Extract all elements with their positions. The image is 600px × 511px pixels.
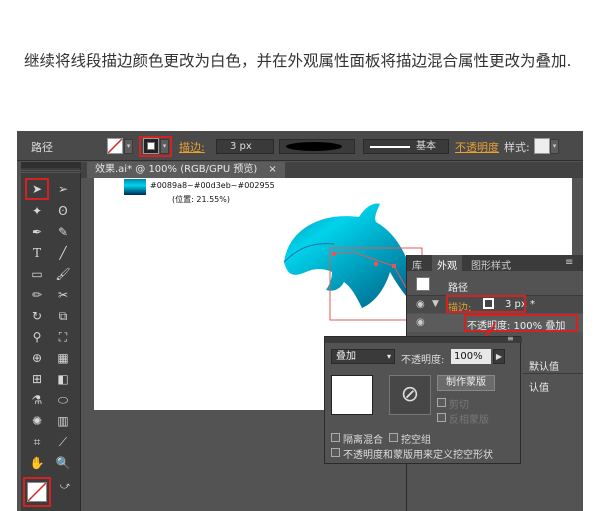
tab-library[interactable]: 库 (412, 257, 422, 272)
no-mask-icon: ⊘ (389, 375, 431, 415)
brush-line-icon (370, 146, 410, 148)
rectangle-tool-icon[interactable]: ▭ (27, 265, 47, 283)
type-tool-icon[interactable]: T (27, 244, 47, 262)
gradient-swatch (124, 179, 146, 195)
invert-mask-label: 反相蒙版 (449, 415, 489, 426)
graphic-style-swatch[interactable] (534, 138, 550, 154)
gradient-tool-icon[interactable]: ◧ (53, 370, 73, 388)
tutorial-caption: 继续将线段描边颜色更改为白色，并在外观属性面板将描边混合属性更改为叠加. (24, 52, 572, 70)
opacity-input[interactable]: 100% (451, 349, 491, 364)
opacity-mask-knockout-checkbox[interactable] (331, 448, 340, 457)
path-thumbnail (416, 277, 430, 291)
magic-wand-icon[interactable]: ✦ (27, 202, 47, 220)
rotate-tool-icon[interactable]: ↻ (27, 307, 47, 325)
chevron-down-icon: ▾ (386, 352, 391, 361)
library-tabs: 库 外观 图形样式 ≡ (407, 255, 583, 272)
width-tool-icon[interactable]: ⚲ (27, 328, 47, 346)
panel-grip[interactable]: ≡ (325, 334, 522, 343)
opacity-mask-knockout-label: 不透明度和蒙版用来定义挖空形状 (343, 450, 493, 461)
paintbrush-icon[interactable]: 🖌 (53, 265, 73, 283)
line-tool-icon[interactable]: ╱ (53, 244, 73, 262)
default-value-label: 认值 (529, 383, 549, 394)
symbol-sprayer-icon[interactable]: ✺ (27, 412, 47, 430)
object-type-label: 路径 (31, 141, 53, 154)
lasso-icon[interactable]: ʘ (53, 202, 73, 220)
mesh-tool-icon[interactable]: ⊞ (27, 370, 47, 388)
chevron-down-icon[interactable]: ▾ (160, 139, 169, 154)
path-label: 路径 (448, 283, 468, 294)
zoom-tool-icon[interactable]: 🔍 (53, 454, 73, 472)
invert-mask-checkbox[interactable] (437, 413, 446, 422)
knockout-group-label: 挖空组 (401, 435, 431, 446)
perspective-grid-icon[interactable]: ▦ (53, 349, 73, 367)
chevron-down-icon[interactable]: ▾ (550, 139, 559, 154)
clip-label: 剪切 (449, 400, 469, 411)
variable-width-profile[interactable] (279, 139, 355, 154)
eye-icon[interactable]: ◉ (416, 317, 425, 328)
close-icon[interactable]: × (268, 164, 276, 175)
free-transform-icon[interactable]: ⛶ (53, 328, 73, 346)
control-bar: 路径 ▾ ▾ 描边: 3 px 基本 不透明度 样式: ▾ (17, 131, 583, 161)
opacity-field-label: 不透明度: (401, 355, 445, 366)
gradient-stops-text: #0089a8~#00d3eb~#002955 (150, 181, 275, 190)
curvature-tool-icon[interactable]: ✎ (53, 223, 73, 241)
column-graph-icon[interactable]: ▥ (53, 412, 73, 430)
selection-tool-icon[interactable]: ➤ (27, 180, 47, 198)
isolate-blending-checkbox[interactable] (331, 433, 340, 442)
none-slash-icon (27, 482, 47, 502)
disclosure-triangle-icon[interactable]: ▼ (432, 299, 439, 309)
gradient-position-text: (位置: 21.55%) (172, 195, 230, 204)
direct-selection-tool-icon[interactable]: ➢ (53, 180, 73, 198)
tab-graphic-styles[interactable]: 图形样式 (471, 257, 511, 272)
panel-menu-icon[interactable]: ≡ (565, 257, 573, 268)
blend-mode-select[interactable]: 叠加 ▾ (331, 349, 395, 364)
style-label: 样式: (504, 141, 530, 154)
document-tab[interactable]: 效果.ai* @ 100% (RGB/GPU 预览) × (87, 162, 285, 178)
fill-stroke-swatch[interactable] (27, 482, 47, 502)
blend-tool-icon[interactable]: ⬭ (53, 391, 73, 409)
arrow-right-icon[interactable]: ▶ (493, 349, 505, 364)
brush-definition[interactable]: 基本 (363, 139, 449, 154)
make-mask-button[interactable]: 制作蒙版 (437, 375, 495, 391)
scissors-icon[interactable]: ✂ (53, 286, 73, 304)
artboard-tool-icon[interactable]: ⌗ (27, 433, 47, 451)
knockout-group-checkbox[interactable] (389, 433, 398, 442)
none-slash-icon (107, 138, 123, 154)
eye-icon[interactable]: ◉ (416, 299, 425, 310)
isolate-blending-label: 隔离混合 (343, 435, 383, 446)
tools-panel: ➤ ➢ ✦ ʘ ✒ ✎ T ╱ ▭ 🖌 ✏ ✂ ↻ ⧉ ⚲ ⛶ ⊕ ▦ ⊞ ◧ … (21, 162, 81, 511)
illustrator-screenshot: 路径 ▾ ▾ 描边: 3 px 基本 不透明度 样式: ▾ ➤ ➢ ✦ ʘ ✒ … (17, 131, 583, 511)
chevron-down-icon[interactable]: ▾ (124, 139, 133, 154)
panel-grip[interactable] (21, 162, 81, 168)
stroke-weight-field[interactable]: 3 px (216, 139, 274, 154)
pen-tool-icon[interactable]: ✒ (27, 223, 47, 241)
default-value-label: 默认值 (529, 362, 559, 373)
tab-appearance[interactable]: 外观 (432, 255, 462, 272)
scale-tool-icon[interactable]: ⧉ (53, 307, 73, 325)
panel-menu-icon[interactable]: ≡ (507, 334, 514, 343)
pencil-tool-icon[interactable]: ✏ (27, 286, 47, 304)
document-tab-bar: 效果.ai* @ 100% (RGB/GPU 预览) × (81, 162, 583, 178)
width-profile-shape (286, 142, 342, 151)
eyedropper-icon[interactable]: ⚗ (27, 391, 47, 409)
slice-tool-icon[interactable]: ⟋ (53, 433, 73, 451)
stroke-label[interactable]: 描边: (179, 139, 205, 155)
opacity-label[interactable]: 不透明度 (455, 139, 499, 155)
object-thumbnail (331, 375, 373, 415)
shape-builder-icon[interactable]: ⊕ (27, 349, 47, 367)
fill-swatch[interactable] (107, 138, 123, 154)
transparency-panel: ≡ 叠加 ▾ 不透明度: 100% ▶ ⊘ 制作蒙版 剪切 反相蒙版 隔离混合 … (324, 334, 522, 464)
highlight-box (446, 295, 526, 313)
hand-tool-icon[interactable]: ✋ (27, 454, 47, 472)
swap-arrow-icon[interactable]: ⤻ (55, 478, 75, 496)
stroke-swatch[interactable] (143, 138, 159, 154)
clip-checkbox[interactable] (437, 398, 446, 407)
